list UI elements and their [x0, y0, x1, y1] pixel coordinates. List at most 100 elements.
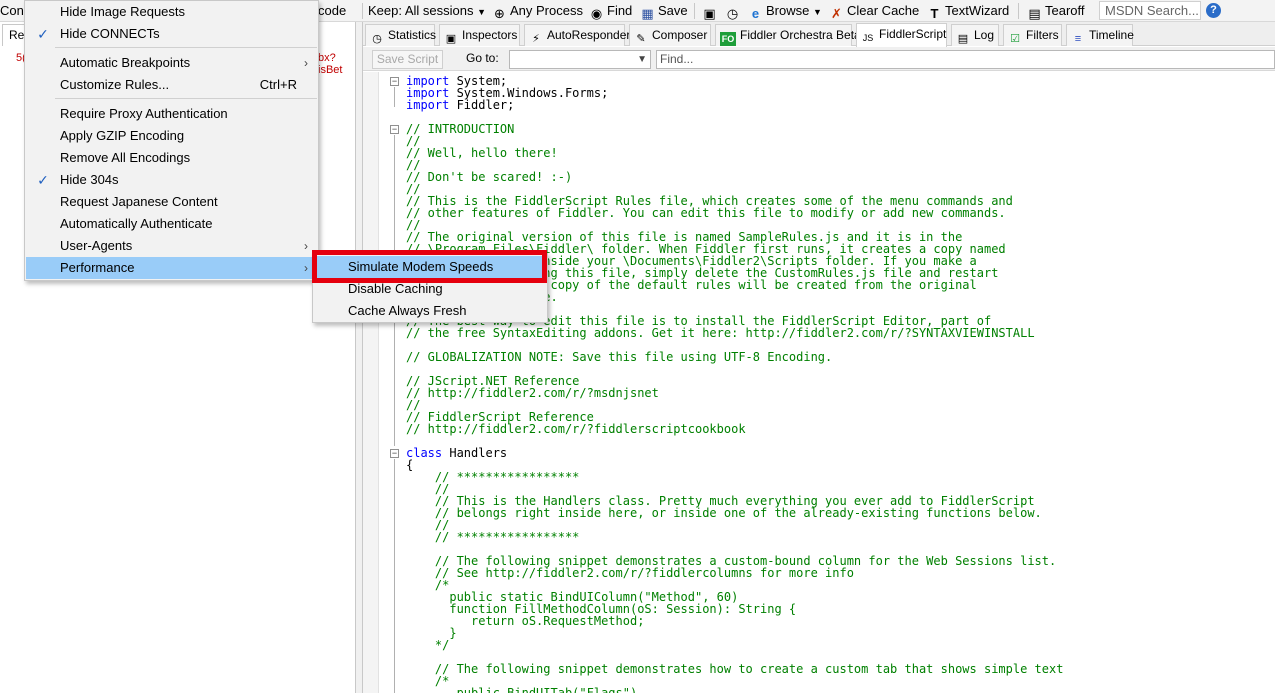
screenshot-button[interactable]: ▣ [702, 0, 720, 22]
session-row-url[interactable]: bx?isBet [318, 52, 355, 76]
fold-toggle-icon[interactable]: − [390, 77, 399, 86]
menu-item-cache-always-fresh[interactable]: Cache Always Fresh [314, 300, 546, 322]
goto-select[interactable]: ▼ [509, 50, 651, 69]
code-line[interactable]: // other features of Fiddler. You can ed… [406, 207, 1063, 219]
code-line[interactable]: class Handlers [406, 447, 1063, 459]
tab-timeline[interactable]: ≡ Timeline [1066, 24, 1134, 46]
log-icon: ▤ [957, 33, 969, 45]
menu-item-remove-encodings[interactable]: Remove All Encodings [26, 147, 317, 169]
editor-gutter [363, 72, 379, 693]
menu-item-request-japanese[interactable]: Request Japanese Content [26, 191, 317, 213]
code-comment: // Don't be scared! :-) [406, 170, 573, 184]
code-comment: // other features of Fiddler. You can ed… [406, 206, 1006, 220]
code-line[interactable]: } [406, 627, 1063, 639]
menu-item-require-proxy-auth[interactable]: Require Proxy Authentication [26, 103, 317, 125]
checkmark-icon: ✓ [37, 26, 49, 42]
tearoff-button[interactable]: ▤ Tearoff [1027, 0, 1084, 22]
menu-item-label: Simulate Modem Speeds [348, 259, 494, 274]
browse-button[interactable]: e Browse ▼ [748, 0, 822, 22]
clear-cache-icon: ✗ [831, 6, 842, 21]
binoculars-icon: ◉ [590, 6, 603, 21]
menu-separator [55, 98, 317, 99]
code-comment: // GLOBALIZATION NOTE: Save this file us… [406, 350, 833, 364]
menu-item-label: Automatically Authenticate [60, 216, 213, 231]
menu-item-label: User-Agents [60, 238, 133, 253]
menu-item-user-agents[interactable]: User-Agents › [26, 235, 317, 257]
menu-item-hide-304s[interactable]: ✓ Hide 304s [26, 169, 317, 191]
save-button[interactable]: ▦ Save [640, 0, 687, 22]
composer-icon: ✎ [636, 33, 646, 45]
msdn-search-input[interactable]: MSDN Search... [1099, 1, 1201, 20]
chevron-right-icon: › [304, 261, 308, 275]
rules-menu: Hide Image Requests ✓ Hide CONNECTs Autom… [24, 0, 319, 281]
code-line[interactable]: // the free SyntaxEditing addons. Get it… [406, 327, 1063, 339]
code-comment: */ [406, 638, 450, 652]
code-line[interactable]: // belongs right inside here, or inside … [406, 507, 1063, 519]
code-line[interactable]: import Fiddler; [406, 99, 1063, 111]
tab-fiddlerscript[interactable]: JS FiddlerScript [856, 23, 947, 47]
fo-icon: FO [720, 32, 736, 46]
tab-filters[interactable]: ☑ Filters [1003, 24, 1062, 46]
code-line[interactable]: // http://fiddler2.com/r/?msdnjsnet [406, 387, 1063, 399]
tab-inspectors[interactable]: ▣ Inspectors [439, 24, 520, 46]
code-line[interactable]: // ***************** [406, 531, 1063, 543]
camera-icon: ▣ [703, 6, 716, 21]
code-line[interactable]: // Don't be scared! :-) [406, 171, 1063, 183]
chevron-down-icon: ▼ [637, 54, 647, 65]
fold-toggle-icon[interactable]: − [390, 125, 399, 134]
menu-item-apply-gzip[interactable]: Apply GZIP Encoding [26, 125, 317, 147]
timer-button[interactable]: ◷ [725, 0, 743, 22]
keep-sessions-label: Keep: All sessions [368, 3, 474, 18]
script-code[interactable]: import System; import System.Windows.Form… [406, 75, 1063, 693]
menu-item-performance[interactable]: Performance › [26, 257, 317, 279]
save-script-button[interactable]: Save Script [372, 50, 443, 69]
tab-label: FiddlerScript [879, 27, 947, 41]
menu-item-label: Hide CONNECTs [60, 26, 160, 41]
fold-toggle-icon[interactable]: − [390, 449, 399, 458]
code-line[interactable]: // http://fiddler2.com/r/?fiddlerscriptc… [406, 423, 1063, 435]
code-line[interactable]: // INTRODUCTION [406, 123, 1063, 135]
code-line[interactable]: return oS.RequestMethod; [406, 615, 1063, 627]
tab-fiddler-orchestra[interactable]: FO Fiddler Orchestra Beta [715, 24, 861, 46]
tab-label: Fiddler Orchestra Beta [740, 28, 861, 42]
code-line[interactable]: // See http://fiddler2.com/r/?fiddlercol… [406, 567, 1063, 579]
fold-guide [394, 87, 395, 107]
inspectors-icon: ▣ [445, 33, 457, 45]
code-line[interactable]: // ***************** [406, 471, 1063, 483]
menu-item-simulate-modem-speeds[interactable]: Simulate Modem Speeds [314, 256, 546, 278]
tab-statistics[interactable]: ◷ Statistics [365, 24, 436, 46]
menu-item-automatic-breakpoints[interactable]: Automatic Breakpoints › [26, 52, 317, 74]
find-button[interactable]: ◉ Find [589, 0, 632, 22]
any-process-button[interactable]: ⊕ Any Process [492, 0, 583, 22]
text-wizard-button[interactable]: T TextWizard [927, 0, 1010, 22]
code-line[interactable]: // The following snippet demonstrates ho… [406, 663, 1064, 675]
code-line[interactable]: */ [406, 639, 1063, 651]
menu-item-auto-authenticate[interactable]: Automatically Authenticate [26, 213, 317, 235]
code-editor[interactable]: − − − import System; import System.Window… [363, 72, 1275, 693]
tab-autoresponder[interactable]: ⚡ AutoResponder [524, 24, 630, 46]
decode-button-partial[interactable]: code [318, 0, 346, 22]
code-keyword: import [406, 98, 450, 112]
menu-item-customize-rules[interactable]: Customize Rules... Ctrl+R [26, 74, 317, 96]
code-line[interactable]: // GLOBALIZATION NOTE: Save this file us… [406, 351, 1063, 363]
text-wizard-label: TextWizard [945, 3, 1010, 18]
performance-submenu: Simulate Modem Speeds Disable Caching Ca… [312, 253, 548, 323]
menu-item-label: Cache Always Fresh [348, 303, 467, 318]
chevron-right-icon: › [304, 239, 308, 253]
keep-sessions-dropdown[interactable]: Keep: All sessions ▼ [368, 0, 486, 22]
pane-splitter[interactable] [355, 22, 363, 693]
menu-item-disable-caching[interactable]: Disable Caching [314, 278, 546, 300]
filters-icon: ☑ [1010, 33, 1020, 45]
menu-item-label: Require Proxy Authentication [60, 106, 228, 121]
tab-composer[interactable]: ✎ Composer [629, 24, 711, 46]
code-line[interactable]: public BindUITab("Flags") [406, 687, 1063, 693]
fold-guide [394, 459, 395, 693]
code-line[interactable]: // Well, hello there! [406, 147, 1063, 159]
help-icon[interactable]: ? [1206, 3, 1221, 18]
tab-log[interactable]: ▤ Log [951, 24, 999, 46]
clear-cache-button[interactable]: ✗ Clear Cache [829, 0, 919, 22]
find-input[interactable]: Find... [656, 50, 1275, 69]
menu-item-hide-image-requests[interactable]: Hide Image Requests [26, 1, 317, 23]
timeline-icon: ≡ [1074, 33, 1082, 45]
menu-item-hide-connects[interactable]: ✓ Hide CONNECTs [26, 23, 317, 45]
